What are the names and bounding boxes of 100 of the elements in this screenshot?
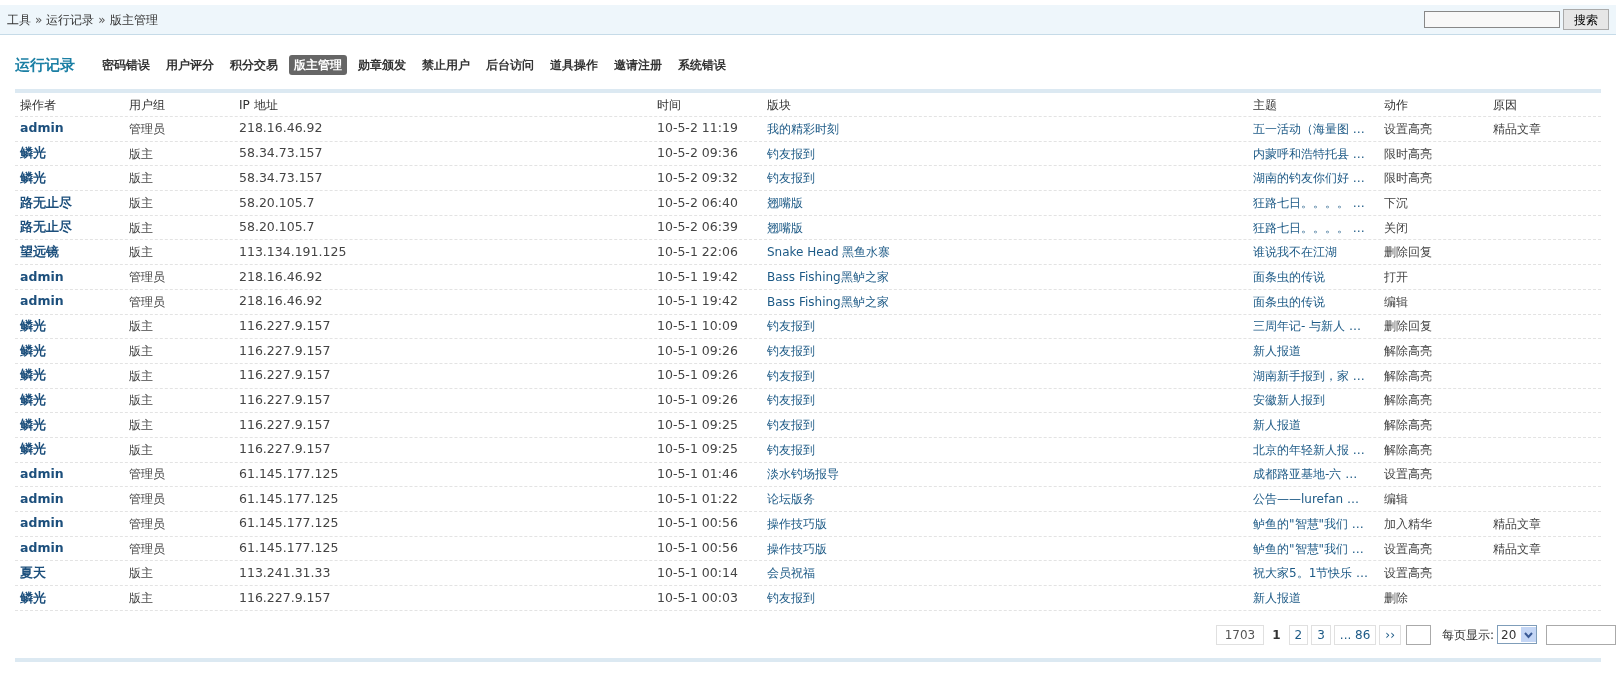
topic-link[interactable]: 北京的年轻新人报 … [1253,440,1384,459]
forum-link[interactable]: Bass Fishing黑鲈之家 [767,267,1253,286]
text-field[interactable] [1546,624,1616,645]
table-cell-text: 58.20.105.7 [239,218,316,237]
topic-link[interactable]: 五一活动（海量图 … [1253,119,1384,138]
table-cell-text: 218.16.46.92 [239,119,324,138]
user-link[interactable]: 鳞光 [20,316,129,336]
table-cell-text: 删除回复 [1384,244,1433,262]
tab[interactable]: 后台访问 [481,55,539,75]
user-link[interactable]: admin [20,489,129,509]
user-link[interactable]: admin [20,292,129,312]
next-page-link[interactable]: ›› [1379,624,1401,645]
user-link[interactable]: admin [20,514,129,534]
topic-link[interactable]: 内蒙呼和浩特托县 … [1253,144,1384,163]
topic-link[interactable]: 祝大家5。1节快乐 … [1253,564,1384,583]
forum-link[interactable]: 操作技巧版 [767,514,1253,533]
tab[interactable]: 版主管理 [289,55,347,75]
topic-link[interactable]: 湖南新手报到，家 … [1253,366,1384,385]
forum-link[interactable]: 翘嘴版 [767,218,1253,237]
tab[interactable]: 禁止用户 [417,55,475,75]
topic-link[interactable]: 新人报道 [1253,416,1384,435]
table-cell-text: 管理员 [129,540,166,558]
table-cell-text: 编辑 [1384,293,1409,311]
user-link[interactable]: 望远镜 [20,242,129,262]
table-cell-text: 解除高亮 [1384,441,1433,459]
topic-link[interactable]: 安徽新人报到 [1253,391,1384,410]
forum-link[interactable]: 会员祝福 [767,564,1253,583]
forum-link[interactable]: 钓友报到 [767,169,1253,188]
forum-link[interactable]: Bass Fishing黑鲈之家 [767,292,1253,311]
topic-link[interactable]: 成都路亚基地-六 … [1253,465,1384,484]
topic-link[interactable]: 新人报道 [1253,342,1384,361]
forum-link[interactable]: Snake Head 黑鱼水寨 [767,243,1253,262]
table-cell-text: 10-5-1 10:09 [657,316,739,335]
topic-link[interactable]: 新人报道 [1253,588,1384,607]
user-link[interactable]: 鳞光 [20,391,129,410]
user-link[interactable]: admin [20,267,129,287]
page-link[interactable]: ... 86 [1333,624,1377,645]
topic-link[interactable]: 公告——lurefan … [1253,490,1384,509]
forum-link[interactable]: 钓友报到 [767,391,1253,410]
forum-link[interactable]: 钓友报到 [767,588,1253,607]
table-cell-text: 设置高亮 [1384,120,1433,138]
table-cell-text: 管理员 [129,491,166,509]
user-link[interactable]: 鳞光 [20,415,129,435]
tab[interactable]: 勋章颁发 [353,55,411,75]
search-button[interactable]: 搜索 [1563,9,1609,30]
table-cell-text: 版主 [129,194,154,212]
breadcrumb-link[interactable]: 工具 [7,10,31,29]
topic-link[interactable]: 狂路七日。。。。 … [1253,218,1384,237]
forum-link[interactable]: 我的精彩时刻 [767,119,1253,138]
forum-link[interactable]: 钓友报到 [767,144,1253,163]
tab[interactable]: 系统错误 [673,55,731,75]
topic-link[interactable]: 狂路七日。。。。 … [1253,193,1384,212]
forum-link[interactable]: 钓友报到 [767,342,1253,361]
forum-link[interactable]: 钓友报到 [767,317,1253,336]
page-field[interactable] [1405,624,1431,645]
topic-link[interactable]: 面条虫的传说 [1253,292,1384,311]
user-link[interactable]: admin [20,119,129,139]
table-cell-text: 精品文章 [1493,540,1542,558]
user-link[interactable]: 夏天 [20,563,129,583]
forum-link[interactable]: 翘嘴版 [767,193,1253,212]
user-link[interactable]: 鳞光 [20,168,129,188]
user-link[interactable]: 鳞光 [20,341,129,361]
forum-link[interactable]: 淡水钓场报导 [767,465,1253,484]
tab[interactable]: 密码错误 [97,55,155,75]
topic-link[interactable]: 鲈鱼的"智慧"我们 … [1253,539,1384,558]
table-cell-text: 版主 [129,367,154,385]
user-link[interactable]: 鳞光 [20,588,129,608]
forum-link[interactable]: 论坛版务 [767,490,1253,509]
topic-link[interactable]: 湖南的钓友你们好 … [1253,169,1384,188]
table-cell-text: 10-5-1 09:26 [657,391,739,410]
topic-link[interactable]: 面条虫的传说 [1253,267,1384,286]
topic-link[interactable]: 三周年记- 与新人 … [1253,317,1384,336]
user-link[interactable]: admin [20,465,129,484]
topic-link[interactable]: 谁说我不在江湖 [1253,243,1384,262]
search-field[interactable] [1424,11,1560,28]
breadcrumb-link[interactable]: 运行记录 [46,10,95,29]
user-link[interactable]: 鳞光 [20,440,129,460]
table-cell-text: 删除 [1384,589,1409,607]
user-link[interactable]: 鳞光 [20,366,129,386]
forum-link[interactable]: 钓友报到 [767,440,1253,459]
tab[interactable]: 邀请注册 [609,55,667,75]
breadcrumb-link[interactable]: 版主管理 [109,10,158,29]
user-link[interactable]: admin [20,539,129,558]
forum-link[interactable]: 钓友报到 [767,416,1253,435]
tab[interactable]: 积分交易 [225,55,283,75]
page-link[interactable]: 1 [1267,624,1286,645]
user-link[interactable]: 路无止尽 [20,193,129,213]
tab[interactable]: 用户评分 [161,55,219,75]
page-link[interactable]: 2 [1288,624,1309,645]
table-cell-text: 116.227.9.157 [239,341,332,360]
per-page-select[interactable]: 20 [1497,625,1537,645]
user-link[interactable]: 路无止尽 [20,218,129,237]
table-cell-text: 10-5-1 00:56 [657,539,739,558]
table-cell-text: 58.20.105.7 [239,193,316,212]
forum-link[interactable]: 操作技巧版 [767,539,1253,558]
user-link[interactable]: 鳞光 [20,144,129,163]
page-link[interactable]: 3 [1311,624,1331,645]
topic-link[interactable]: 鲈鱼的"智慧"我们 … [1253,514,1384,533]
forum-link[interactable]: 钓友报到 [767,366,1253,385]
tab[interactable]: 道具操作 [545,55,603,75]
